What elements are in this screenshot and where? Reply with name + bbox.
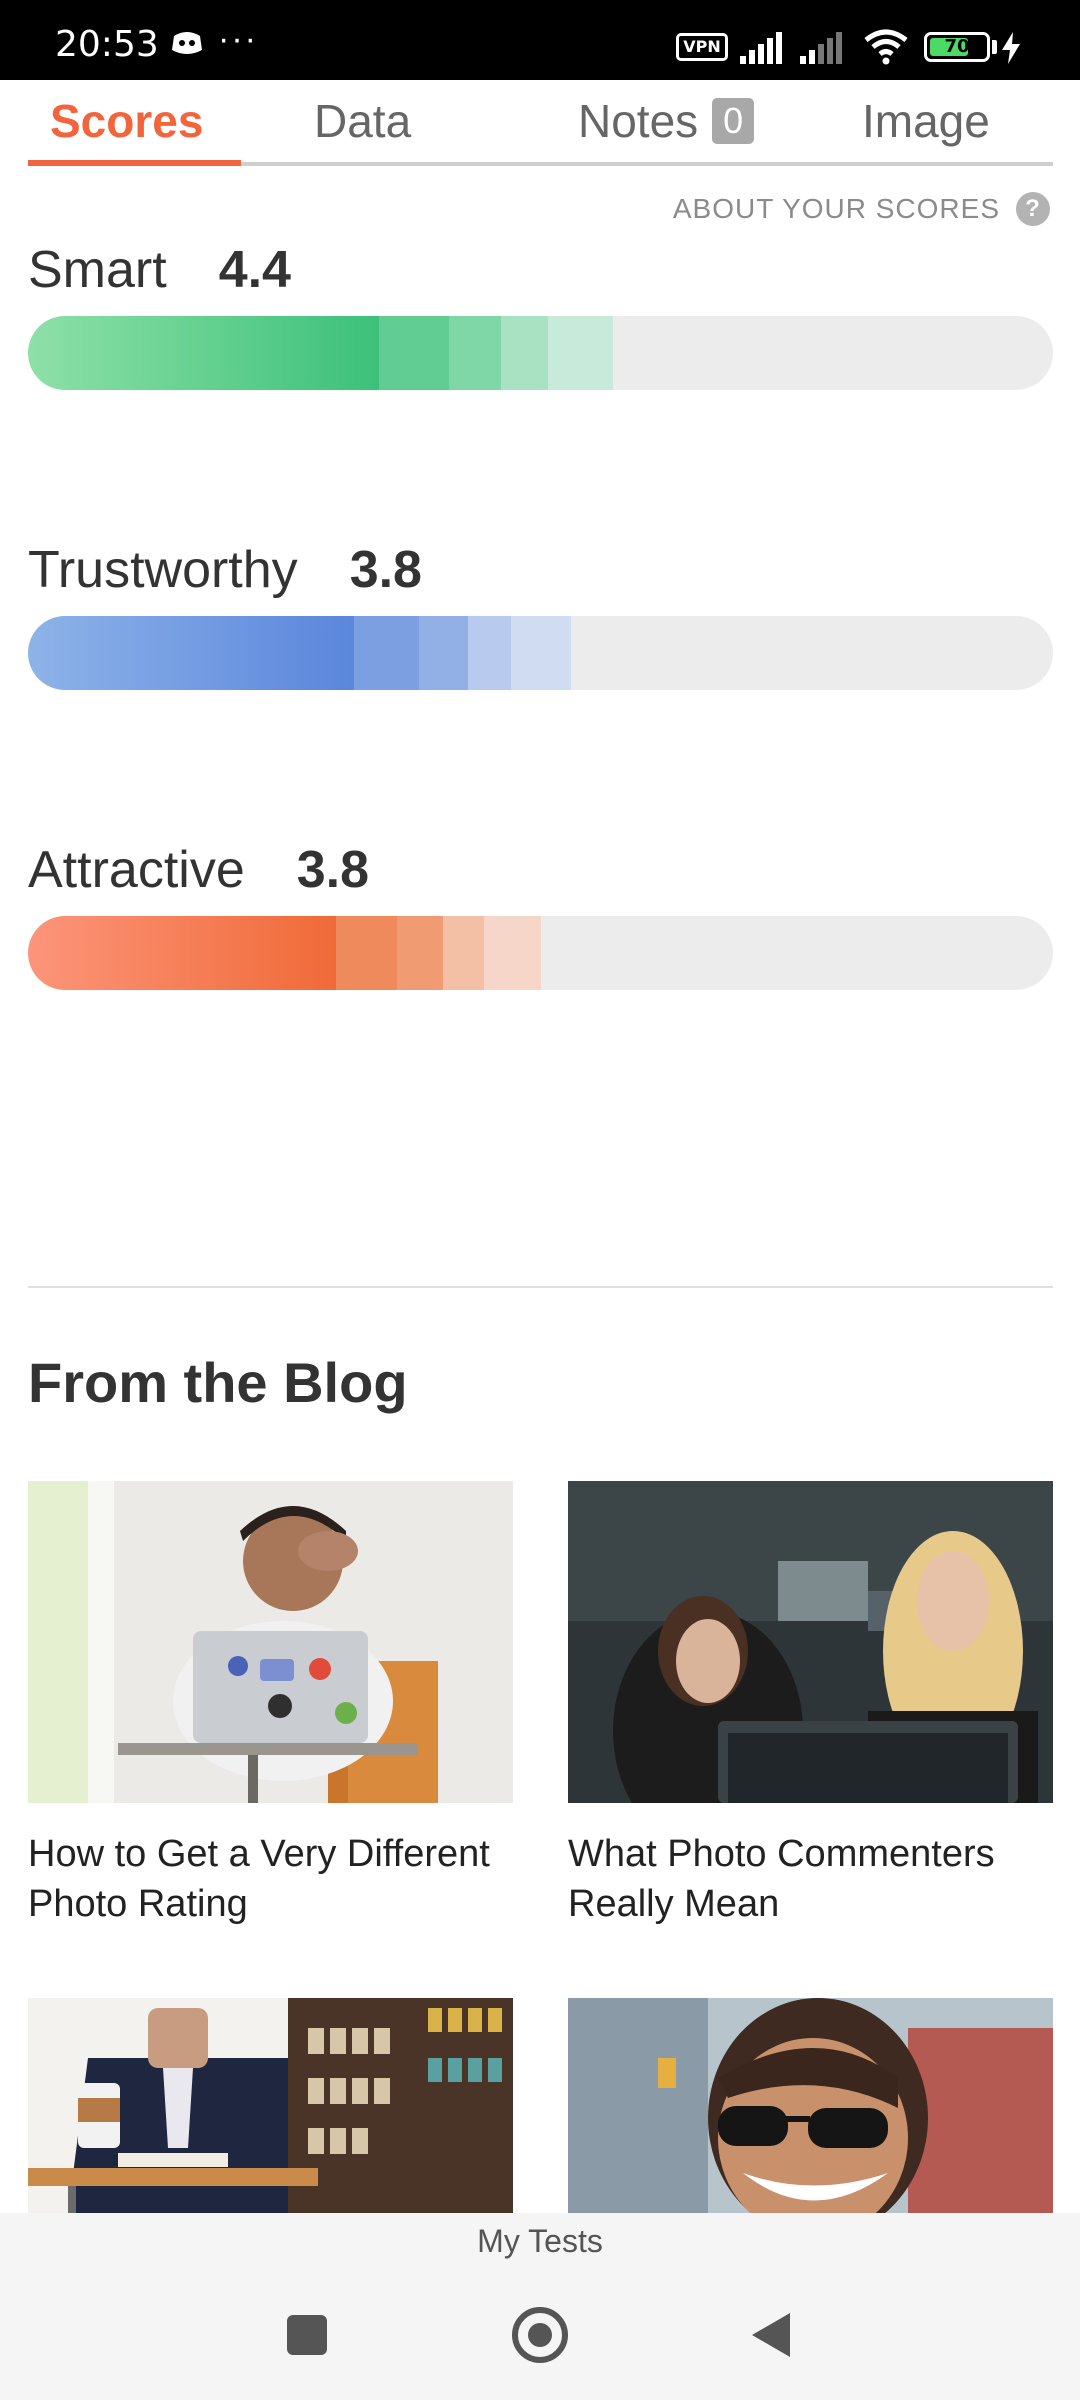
blog-card[interactable]	[568, 1998, 1053, 2213]
home-icon[interactable]	[512, 2307, 568, 2363]
score-bar-segment	[378, 316, 450, 390]
blog-image-stressed-programmer[interactable]	[28, 1481, 513, 1803]
battery-percent: 70	[944, 36, 970, 57]
notes-count-badge: 0	[712, 98, 755, 144]
score-bar-segment	[419, 616, 469, 690]
tab-bar: Scores Data Notes 0 Image	[28, 80, 1053, 166]
blog-image-man-reading-cafe[interactable]	[28, 1998, 513, 2213]
more-notifications-icon: ···	[218, 20, 258, 58]
blog-image-man-sunglasses[interactable]	[568, 1998, 1053, 2213]
score-trustworthy: Trustworthy 3.8	[28, 540, 1053, 690]
score-label: Smart	[28, 241, 167, 299]
system-navigation-bar	[0, 2269, 1080, 2400]
bottom-tab-my-tests[interactable]: My Tests	[0, 2213, 1080, 2269]
blog-heading: From the Blog	[28, 1351, 408, 1414]
about-scores-label: ABOUT YOUR SCORES	[672, 193, 1000, 224]
vpn-icon: VPN	[676, 33, 728, 61]
wifi-icon	[864, 29, 908, 65]
score-value: 4.4	[218, 241, 291, 299]
score-bar-segment	[448, 316, 502, 390]
recents-icon[interactable]	[287, 2315, 327, 2355]
score-bar	[28, 916, 1053, 990]
score-bar	[28, 316, 1053, 390]
about-scores-link[interactable]: ABOUT YOUR SCORES ?	[673, 192, 1050, 226]
battery-icon: 70	[924, 32, 990, 62]
score-bar	[28, 616, 1053, 690]
home-icon-dot	[528, 2323, 552, 2347]
score-attractive: Attractive 3.8	[28, 840, 1053, 990]
score-bar-segment	[443, 916, 485, 990]
score-label: Attractive	[28, 841, 245, 899]
battery-nub	[992, 40, 997, 54]
status-time: 20:53	[55, 24, 159, 65]
charging-icon	[1002, 32, 1020, 64]
score-bar-segment	[397, 916, 444, 990]
score-bar-segment	[28, 316, 379, 390]
blog-post-title[interactable]: What Photo Commenters Really Mean	[568, 1829, 1053, 1929]
score-bar-segment	[353, 616, 420, 690]
app-notification-icon	[172, 32, 202, 54]
tab-image-label: Image	[862, 95, 990, 147]
score-bar-segment	[335, 916, 398, 990]
tab-data-label: Data	[314, 95, 412, 147]
blog-card[interactable]: What Photo Commenters Really Mean	[568, 1481, 1053, 1929]
score-bar-segment	[547, 316, 613, 390]
score-label: Trustworthy	[28, 541, 298, 599]
blog-image-two-women-computer[interactable]	[568, 1481, 1053, 1803]
score-smart: Smart 4.4	[28, 240, 1053, 390]
tab-image[interactable]: Image	[862, 94, 990, 148]
score-value: 3.8	[349, 541, 422, 599]
tab-scores[interactable]: Scores	[50, 94, 203, 148]
status-bar: 20:53 ··· VPN 70	[0, 0, 1080, 80]
blog-post-title[interactable]: How to Get a Very Different Photo Rating	[28, 1829, 513, 1929]
score-value: 3.8	[296, 841, 370, 899]
score-bar-segment	[511, 616, 572, 690]
score-bar-segment	[28, 616, 354, 690]
score-bar-segment	[28, 916, 336, 990]
score-bar-segment	[501, 316, 549, 390]
tab-active-indicator	[28, 160, 241, 166]
signal-secondary-icon	[800, 32, 842, 64]
tab-data[interactable]: Data	[314, 94, 411, 148]
tab-notes-label: Notes	[578, 95, 699, 147]
score-bar-segment	[468, 616, 513, 690]
tab-notes[interactable]: Notes 0	[578, 94, 755, 148]
back-icon[interactable]	[752, 2313, 790, 2357]
tab-scores-label: Scores	[50, 95, 204, 147]
blog-card[interactable]	[28, 1998, 513, 2213]
signal-icon	[740, 32, 782, 64]
help-icon: ?	[1016, 192, 1050, 226]
section-divider	[28, 1286, 1053, 1288]
blog-card[interactable]: How to Get a Very Different Photo Rating	[28, 1481, 513, 1929]
score-bar-segment	[484, 916, 542, 990]
